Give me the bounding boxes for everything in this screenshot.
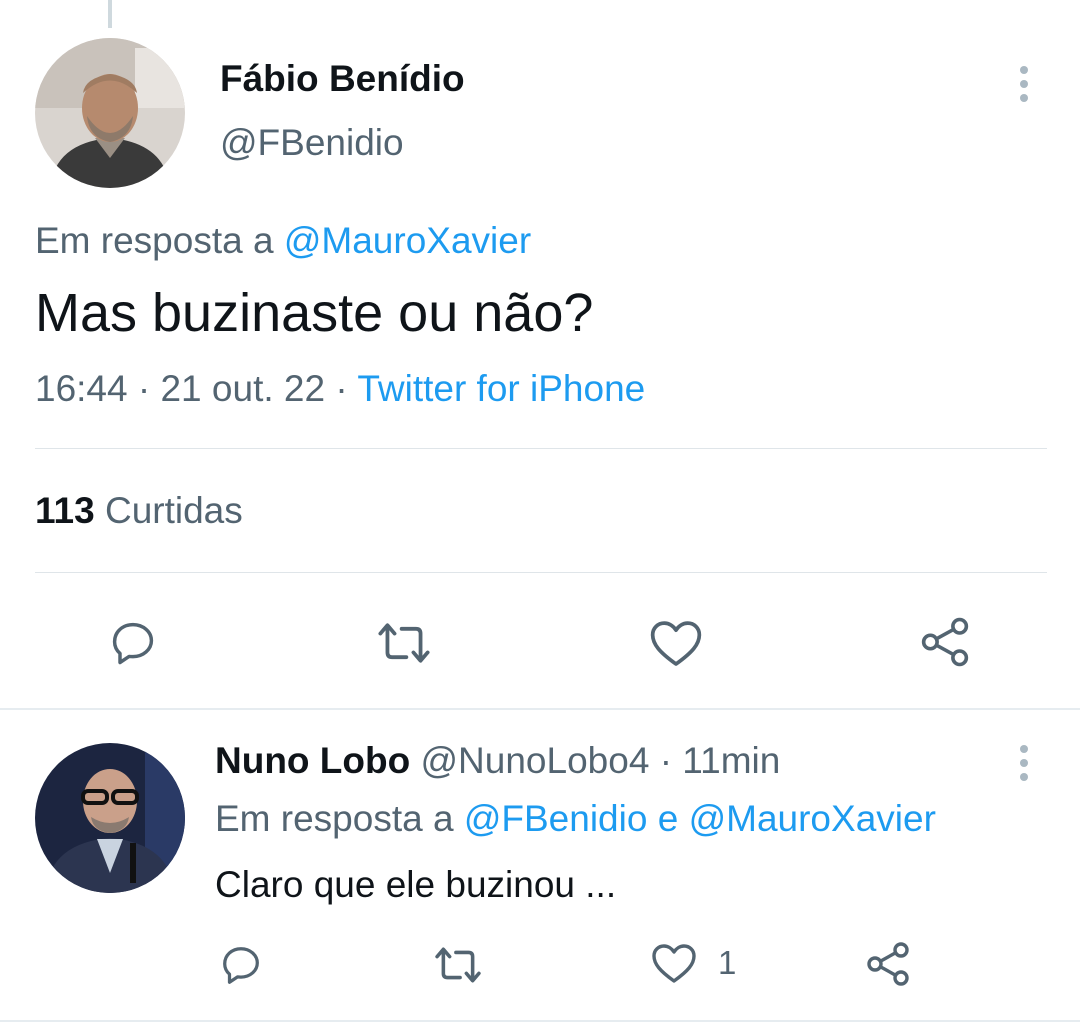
more-options-icon[interactable] [1009,745,1039,781]
like-button[interactable]: 1 [650,940,736,986]
reply-author-name[interactable]: Nuno Lobo [215,740,410,781]
reply-time[interactable]: 11min [682,740,780,781]
like-icon [652,944,696,983]
reply-context: Em resposta a @MauroXavier [35,220,531,262]
reply-prefix: Em resposta a [35,220,274,261]
share-icon [921,617,969,667]
mention-link[interactable]: @FBenidio [464,798,648,839]
mention-link[interactable]: @MauroXavier [689,798,936,839]
share-button[interactable] [864,940,912,988]
mention-link[interactable]: @MauroXavier [284,220,531,261]
meta-separator: · [137,368,151,409]
reply-button[interactable] [218,942,264,988]
author-name[interactable]: Fábio Benídio [220,58,465,100]
retweet-icon [435,947,481,983]
divider [35,572,1047,573]
tweet-time[interactable]: 16:44 [35,368,128,409]
thread-connector-line [108,0,112,28]
tweet-date[interactable]: 21 out. 22 [160,368,325,409]
reply-prefix: Em resposta a [215,798,454,839]
share-button[interactable] [918,615,972,669]
reply-icon [112,622,154,665]
divider [35,448,1047,449]
retweet-icon [378,623,430,663]
reply-author-avatar[interactable] [35,743,185,893]
author-avatar[interactable] [35,38,185,188]
likes-label: Curtidas [104,490,243,531]
retweet-button[interactable] [430,942,486,988]
like-count: 1 [718,944,737,981]
tweet-separator [0,1020,1080,1022]
tweet-source-link[interactable]: Twitter for iPhone [357,368,645,409]
mention-conjunction[interactable]: e [658,798,679,839]
retweet-button[interactable] [372,617,436,669]
likes-summary[interactable]: 113 Curtidas [35,490,243,532]
more-options-icon[interactable] [1009,66,1039,102]
share-icon [867,942,909,986]
reply-header: Nuno Lobo @NunoLobo4 · 11min [215,740,780,782]
reply-tweet-text: Claro que ele buzinou ... [215,864,617,905]
meta-separator: · [659,740,673,781]
reply-context: Em resposta a @FBenidio e @MauroXavier [215,798,936,840]
tweet-meta: 16:44 · 21 out. 22 · Twitter for iPhone [35,368,645,410]
meta-separator: · [335,368,348,409]
likes-count: 113 [35,490,95,531]
tweet-text: Mas buzinaste ou não? [35,283,594,343]
like-button[interactable] [648,617,704,669]
reply-icon [223,947,259,984]
reply-author-handle[interactable]: @NunoLobo4 [421,740,650,781]
reply-button[interactable] [107,617,159,669]
tweet-separator [0,708,1080,710]
like-icon [650,621,702,666]
author-handle[interactable]: @FBenidio [220,122,404,164]
